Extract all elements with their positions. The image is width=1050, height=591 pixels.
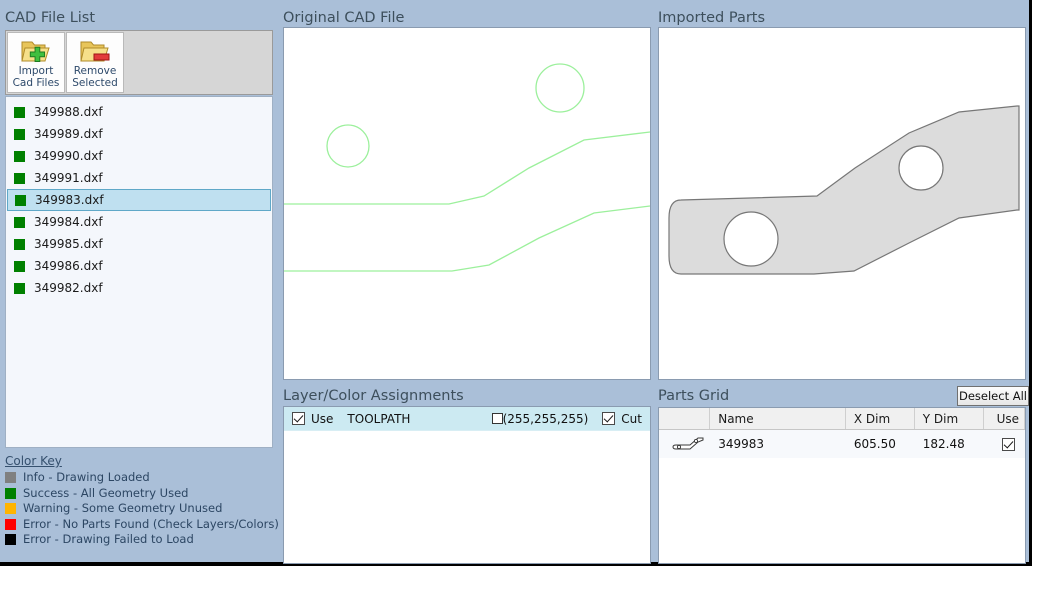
list-item[interactable]: 349988.dxf	[6, 101, 272, 123]
original-cad-file-preview[interactable]	[283, 27, 651, 380]
layer-name-label: TOOLPATH	[347, 411, 411, 426]
list-item[interactable]: 349989.dxf	[6, 123, 272, 145]
color-key-entries: Info - Drawing Loaded Success - All Geome…	[5, 470, 285, 548]
file-status-icon	[14, 106, 25, 118]
file-name-label: 349984.dxf	[34, 215, 103, 229]
color-key-label: Error - Drawing Failed to Load	[23, 532, 194, 547]
layer-cut-label: Cut	[621, 411, 642, 426]
parts-grid-table[interactable]: Name X Dim Y Dim Use 349983 605.50 182.48	[658, 407, 1026, 564]
file-status-icon	[14, 128, 25, 140]
folder-remove-icon	[80, 41, 110, 62]
file-name-label: 349989.dxf	[34, 127, 103, 141]
table-row[interactable]: 349983 605.50 182.48	[659, 430, 1025, 458]
imported-parts-title: Imported Parts	[658, 10, 766, 26]
color-key-label: Info - Drawing Loaded	[23, 470, 150, 485]
color-key-label: Error - No Parts Found (Check Layers/Col…	[23, 516, 279, 531]
column-header-use[interactable]: Use	[984, 408, 1025, 429]
file-name-label: 349990.dxf	[34, 149, 103, 163]
color-key-swatch	[5, 503, 16, 515]
import-button-label-line2: Cad Files	[12, 76, 60, 89]
file-name-label: 349982.dxf	[34, 281, 103, 295]
color-key: Color Key Info - Drawing Loaded Success -…	[5, 454, 285, 548]
layer-color-assignments-title: Layer/Color Assignments	[283, 388, 464, 404]
color-key-swatch	[5, 518, 16, 530]
parts-grid-header: Name X Dim Y Dim Use	[659, 408, 1025, 430]
file-name-label: 349985.dxf	[34, 237, 103, 251]
remove-button-label-line2: Selected	[72, 76, 118, 89]
color-key-swatch	[5, 472, 16, 484]
layer-use-checkbox[interactable]	[292, 412, 305, 425]
file-status-icon	[14, 260, 25, 272]
parts-grid-title: Parts Grid	[658, 388, 730, 404]
file-status-icon	[14, 238, 25, 250]
list-item[interactable]: 349984.dxf	[6, 211, 272, 233]
file-status-icon	[14, 172, 25, 184]
file-status-icon	[15, 194, 26, 206]
file-list-toolbar: Import Cad Files Remove Selected	[5, 30, 273, 95]
layer-use-label: Use	[311, 411, 334, 426]
file-status-icon	[14, 282, 25, 294]
file-name-label: 349991.dxf	[34, 171, 103, 185]
cad-wireframe-drawing	[284, 63, 650, 272]
layer-color-value-label: (255,255,255)	[502, 411, 589, 426]
imported-part-shape	[668, 105, 1020, 275]
column-header-thumbnail	[659, 408, 711, 429]
color-key-title: Color Key	[5, 454, 62, 468]
color-key-entry: Success - All Geometry Used	[5, 486, 285, 502]
color-key-entry: Warning - Some Geometry Unused	[5, 501, 285, 517]
list-item[interactable]: 349986.dxf	[6, 255, 272, 277]
layer-color-assignments-list[interactable]: Use TOOLPATH (255,255,255) Cut	[283, 406, 651, 564]
color-key-entry: Error - Drawing Failed to Load	[5, 532, 285, 548]
part-use-checkbox[interactable]	[1001, 437, 1015, 451]
part-x-dim-cell: 605.50	[853, 437, 896, 451]
import-cad-files-button[interactable]: Import Cad Files	[7, 32, 65, 93]
column-header-x-dim[interactable]: X Dim	[846, 408, 915, 429]
layer-assignment-row[interactable]: Use TOOLPATH (255,255,255) Cut	[284, 407, 650, 431]
list-item[interactable]: 349983.dxf	[7, 189, 271, 211]
file-status-icon	[14, 216, 25, 228]
part-use-cell	[984, 430, 1025, 458]
list-item[interactable]: 349990.dxf	[6, 145, 272, 167]
list-item[interactable]: 349991.dxf	[6, 167, 272, 189]
original-cad-file-title: Original CAD File	[283, 10, 405, 26]
list-item[interactable]: 349982.dxf	[6, 277, 272, 299]
layer-rows: Use TOOLPATH (255,255,255) Cut	[284, 407, 650, 431]
column-header-y-dim[interactable]: Y Dim	[915, 408, 984, 429]
part-outline-icon	[659, 430, 710, 458]
imported-parts-preview[interactable]	[658, 27, 1026, 380]
parts-grid-rows: 349983 605.50 182.48	[659, 430, 1025, 458]
import-button-label-line1: Import	[18, 65, 54, 77]
remove-selected-button[interactable]: Remove Selected	[66, 32, 124, 93]
cad-file-list-title: CAD File List	[5, 10, 96, 26]
file-name-label: 349986.dxf	[34, 259, 103, 273]
folder-add-icon	[21, 41, 50, 62]
application-window: CAD File List Import Cad Files Remove Se…	[0, 0, 1050, 591]
layer-color-swatch[interactable]	[491, 413, 503, 424]
file-status-icon	[14, 150, 25, 162]
main-window: CAD File List Import Cad Files Remove Se…	[0, 0, 1032, 566]
column-header-name[interactable]: Name	[710, 408, 846, 429]
deselect-all-button[interactable]: Deselect All	[957, 386, 1029, 406]
cad-file-list-items: 349988.dxf 349989.dxf 349990.dxf 349991.dxf…	[6, 97, 272, 299]
list-item[interactable]: 349985.dxf	[6, 233, 272, 255]
remove-button-label-line1: Remove	[73, 65, 117, 77]
color-key-swatch	[5, 534, 16, 546]
color-key-entry: Error - No Parts Found (Check Layers/Col…	[5, 517, 285, 533]
part-y-dim-cell: 182.48	[922, 437, 965, 451]
layer-cut-checkbox[interactable]	[602, 412, 616, 425]
file-name-label: 349983.dxf	[35, 193, 104, 207]
file-name-label: 349988.dxf	[34, 105, 103, 119]
color-key-swatch	[5, 487, 16, 499]
part-name-cell: 349983	[718, 437, 765, 451]
color-key-label: Success - All Geometry Used	[23, 485, 189, 500]
color-key-entry: Info - Drawing Loaded	[5, 470, 285, 486]
cad-file-list[interactable]: 349988.dxf 349989.dxf 349990.dxf 349991.dxf…	[5, 96, 273, 448]
color-key-label: Warning - Some Geometry Unused	[23, 501, 223, 516]
